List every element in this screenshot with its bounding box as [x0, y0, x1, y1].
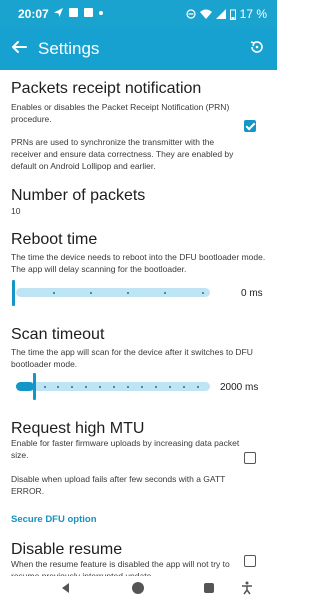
- system-nav-bar: [0, 576, 277, 600]
- square-recent-icon[interactable]: [204, 583, 214, 593]
- slider-tick: [127, 385, 129, 388]
- reboot-slider-track[interactable]: [16, 288, 210, 297]
- slider-tick: [164, 291, 166, 294]
- dnd-icon: [186, 9, 196, 19]
- reboot-slider-thumb[interactable]: [12, 280, 15, 306]
- scan-slider-track[interactable]: [16, 382, 210, 391]
- pref-reboot-title: Reboot time: [11, 231, 98, 248]
- slider-tick: [85, 385, 87, 388]
- slider-tick: [155, 385, 157, 388]
- slider-tick: [90, 291, 92, 294]
- signal-icon: [215, 9, 226, 19]
- accessibility-icon[interactable]: [241, 581, 253, 595]
- slider-tick: [169, 385, 171, 388]
- slider-tick: [197, 385, 199, 388]
- slider-tick: [141, 385, 143, 388]
- slider-tick: [183, 385, 185, 388]
- slider-tick: [53, 291, 55, 294]
- slider-tick: [71, 385, 73, 388]
- pref-scan-title: Scan timeout: [11, 326, 105, 343]
- circle-home-icon[interactable]: [132, 582, 144, 594]
- pref-scan-summary: The time the app will scan for the devic…: [11, 347, 253, 369]
- system-icons: 17 %: [186, 7, 267, 21]
- slider-tick: [44, 385, 46, 388]
- app-icon-2: [84, 8, 93, 17]
- scan-slider-fill: [16, 382, 34, 391]
- more-notifications-dot: [99, 10, 103, 15]
- battery-icon: [229, 9, 236, 20]
- arrow-left-icon[interactable]: [10, 38, 28, 56]
- scan-slider-thumb[interactable]: [33, 373, 36, 400]
- pref-mtu-detail: Disable when upload fails after few seco…: [11, 474, 226, 496]
- slider-tick: [57, 385, 59, 388]
- pref-reboot-summary: The time the device needs to reboot into…: [11, 252, 266, 274]
- triangle-back-icon[interactable]: [62, 583, 69, 593]
- pref-packets-title: Number of packets: [11, 187, 146, 204]
- mtu-checkbox[interactable]: [244, 452, 256, 464]
- slider-tick: [202, 291, 204, 294]
- prn-checkbox[interactable]: [244, 120, 256, 132]
- slider-tick: [127, 291, 129, 294]
- slider-tick: [99, 385, 101, 388]
- pref-prn-summary: Enables or disables the Packet Receipt N…: [11, 102, 230, 124]
- scan-value: 2000 ms: [220, 382, 259, 393]
- secure-dfu-option-link[interactable]: Secure DFU option: [11, 514, 97, 525]
- status-bar: 20:07 17 %: [0, 0, 277, 28]
- pref-mtu-title: Request high MTU: [11, 420, 145, 437]
- app-icon: [69, 8, 78, 17]
- notification-icons: [54, 8, 103, 17]
- pref-prn-detail: PRNs are used to synchronize the transmi…: [11, 137, 234, 171]
- pref-mtu-summary: Enable for faster firmware uploads by in…: [11, 438, 240, 460]
- slider-tick: [113, 385, 115, 388]
- wifi-icon: [199, 9, 212, 19]
- reboot-value: 0 ms: [241, 288, 263, 299]
- battery-percent: 17 %: [239, 7, 267, 21]
- pref-packets-value: 10: [11, 206, 21, 216]
- restore-icon[interactable]: [249, 39, 265, 55]
- pref-prn-title: Packets receipt notification: [11, 80, 202, 97]
- resume-checkbox[interactable]: [244, 555, 256, 567]
- app-bar: Settings: [0, 28, 277, 70]
- pref-resume-title: Disable resume: [11, 541, 123, 558]
- page-title: Settings: [38, 39, 100, 58]
- status-time: 20:07: [18, 7, 49, 21]
- send-icon: [54, 8, 63, 17]
